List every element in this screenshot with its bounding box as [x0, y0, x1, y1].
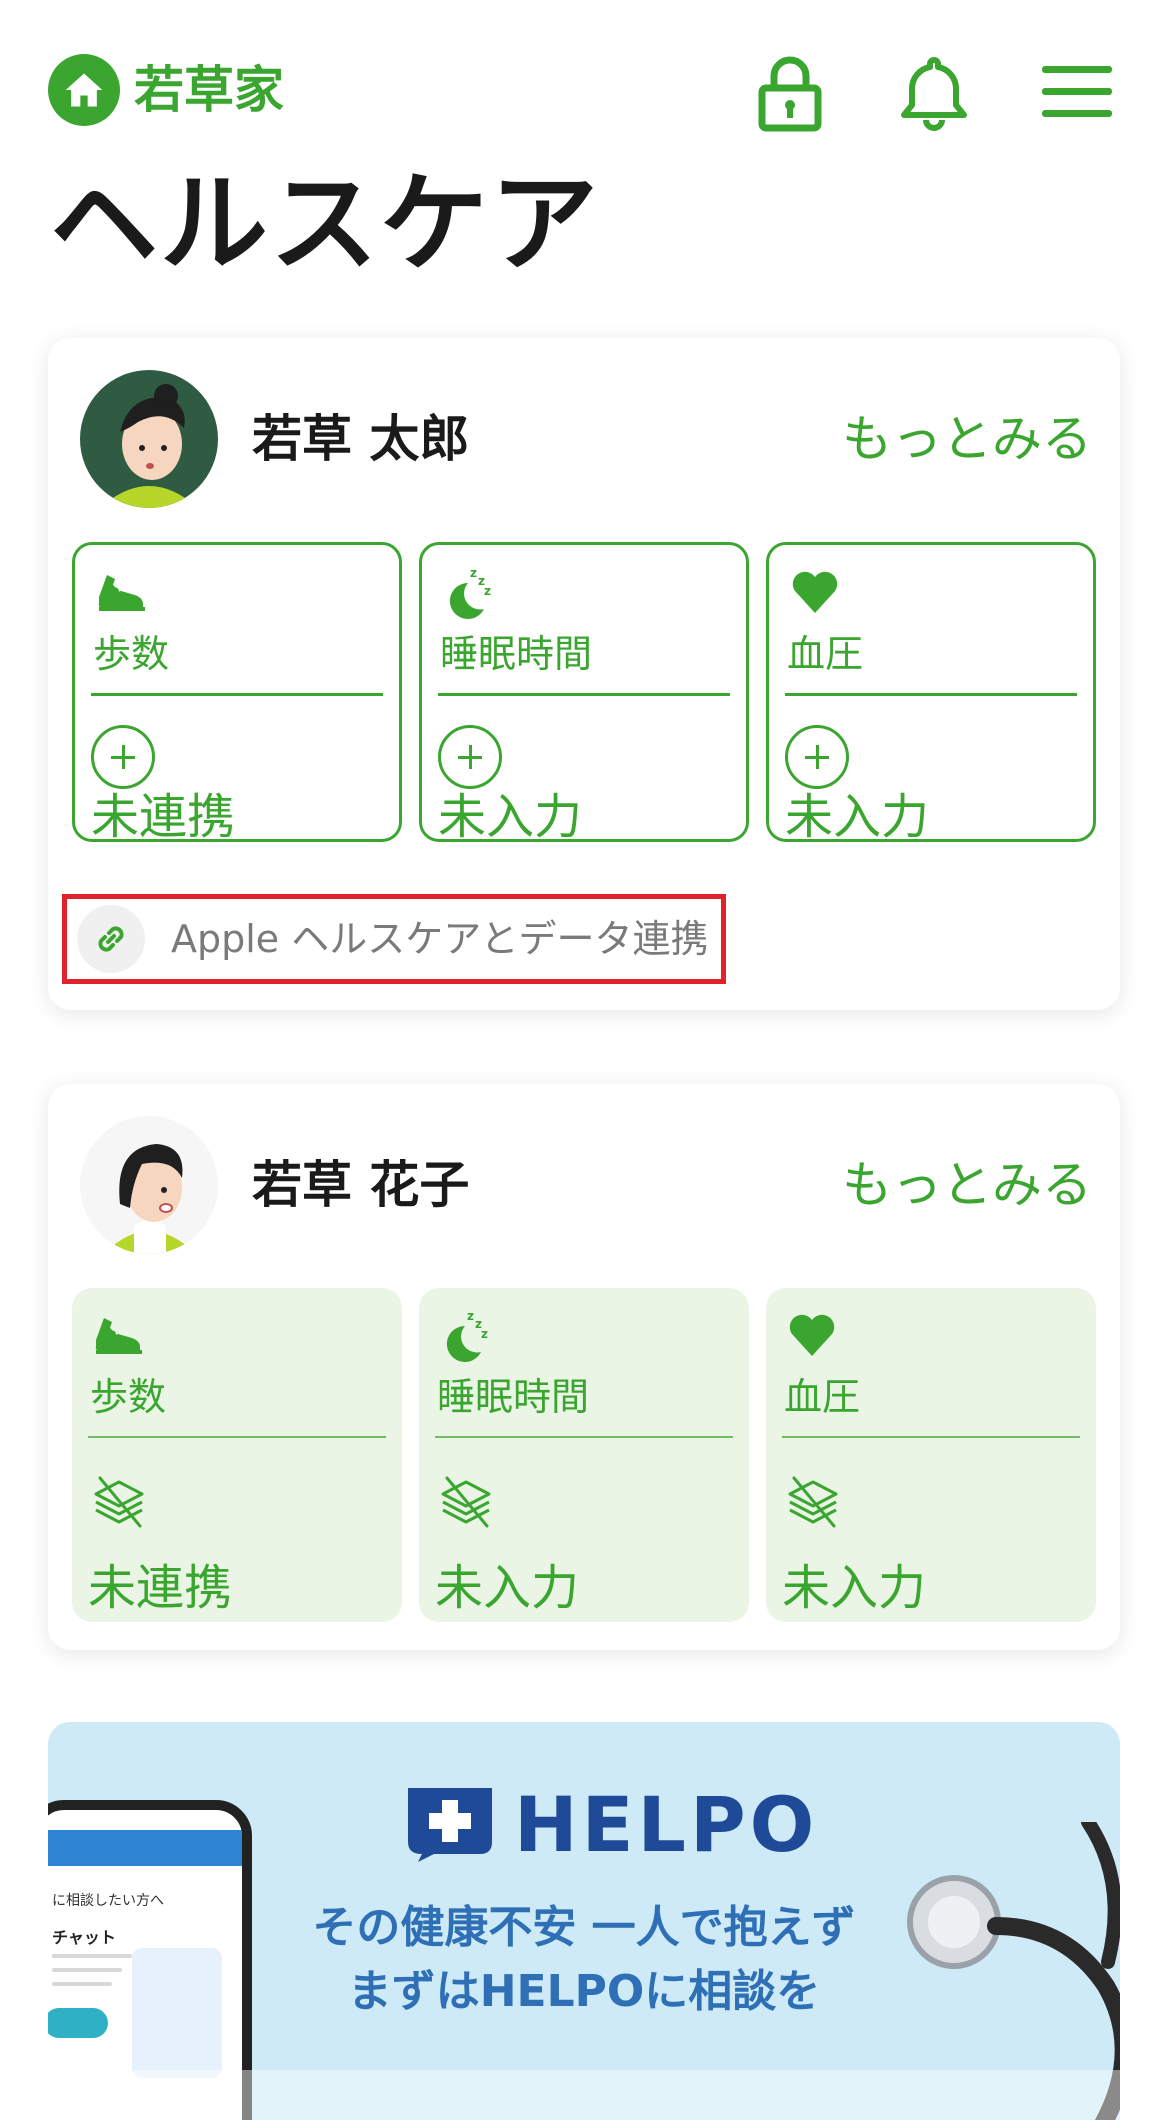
tile-label: 睡眠時間: [440, 632, 593, 676]
link-icon: [77, 905, 145, 973]
helpo-brand: HELPO: [514, 1780, 819, 1869]
app-header: 若草家: [0, 0, 1170, 170]
steps-tile[interactable]: 歩数 未連携: [72, 542, 402, 845]
divider: [88, 1436, 386, 1438]
heart-icon: [792, 571, 838, 613]
family-name[interactable]: 若草家: [134, 56, 284, 124]
tile-status: 未連携: [91, 789, 236, 845]
divider: [785, 693, 1077, 696]
svg-text:z: z: [481, 1327, 488, 1341]
menu-icon[interactable]: [1036, 50, 1120, 134]
more-link[interactable]: もっとみる: [842, 1150, 1092, 1220]
blood-pressure-tile[interactable]: 血圧 未入力: [766, 542, 1096, 845]
heart-icon: [789, 1314, 835, 1356]
layers-off-icon: [94, 1476, 144, 1528]
divider: [438, 693, 730, 696]
tile-label: 睡眠時間: [437, 1375, 590, 1419]
lock-icon[interactable]: [748, 50, 832, 134]
tile-status: 未入力: [438, 789, 583, 845]
svg-text:z: z: [467, 1309, 474, 1323]
member-card-taro: 若草 太郎 もっとみる 歩数 未連携 z z z 睡眠時間 未入力 血圧 未入力: [48, 338, 1120, 1010]
steps-tile[interactable]: 歩数 未連携: [72, 1288, 402, 1622]
divider: [782, 1436, 1080, 1438]
page-title: ヘルスケア: [50, 162, 601, 287]
layers-off-icon: [441, 1476, 491, 1528]
tile-label: 歩数: [93, 632, 170, 676]
tile-label: 血圧: [784, 1375, 861, 1419]
tile-label: 歩数: [90, 1375, 167, 1419]
sleep-tile[interactable]: z z z 睡眠時間 未入力: [419, 542, 749, 845]
tile-status: 未連携: [88, 1560, 233, 1616]
member-name: 若草 太郎: [252, 410, 470, 468]
avatar: [80, 1116, 218, 1254]
divider: [91, 693, 383, 696]
divider: [435, 1436, 733, 1438]
avatar: [80, 370, 218, 508]
apple-link-label: Apple ヘルスケアとデータ連携: [171, 917, 709, 961]
tile-status: 未入力: [785, 789, 930, 845]
sleep-tile[interactable]: z z z 睡眠時間 未入力: [419, 1288, 749, 1622]
helpo-banner[interactable]: に相談したい方へ チャット HELPO その健康不安 一人で抱えず まずはHEL…: [48, 1722, 1120, 2120]
apple-health-link-button[interactable]: Apple ヘルスケアとデータ連携: [62, 894, 726, 984]
plus-circle-icon[interactable]: [91, 725, 155, 789]
svg-text:z: z: [484, 584, 491, 598]
sleep-icon: z z z: [446, 1309, 488, 1362]
helpo-logo-icon: [408, 1788, 492, 1862]
layers-off-icon: [788, 1476, 838, 1528]
plus-circle-icon[interactable]: [438, 725, 502, 789]
home-icon[interactable]: [48, 54, 120, 126]
tile-label: 血圧: [787, 632, 864, 676]
svg-text:z: z: [470, 566, 477, 580]
member-card-hanako: 若草 花子 もっとみる 歩数 未連携 z z z 睡眠時間 未入力 血圧 未入力: [48, 1084, 1120, 1650]
more-link[interactable]: もっとみる: [842, 404, 1092, 474]
blood-pressure-tile[interactable]: 血圧 未入力: [766, 1288, 1096, 1622]
banner-overlay: [48, 2070, 1120, 2120]
tile-status: 未入力: [782, 1560, 927, 1616]
bell-icon[interactable]: [892, 50, 976, 134]
shoe-icon: [98, 575, 145, 611]
phone-app-bar: [48, 1830, 242, 1866]
tile-status: 未入力: [435, 1560, 580, 1616]
sleep-icon: z z z: [449, 566, 491, 619]
shoe-icon: [95, 1318, 142, 1354]
member-name: 若草 花子: [252, 1156, 470, 1214]
plus-circle-icon[interactable]: [785, 725, 849, 789]
